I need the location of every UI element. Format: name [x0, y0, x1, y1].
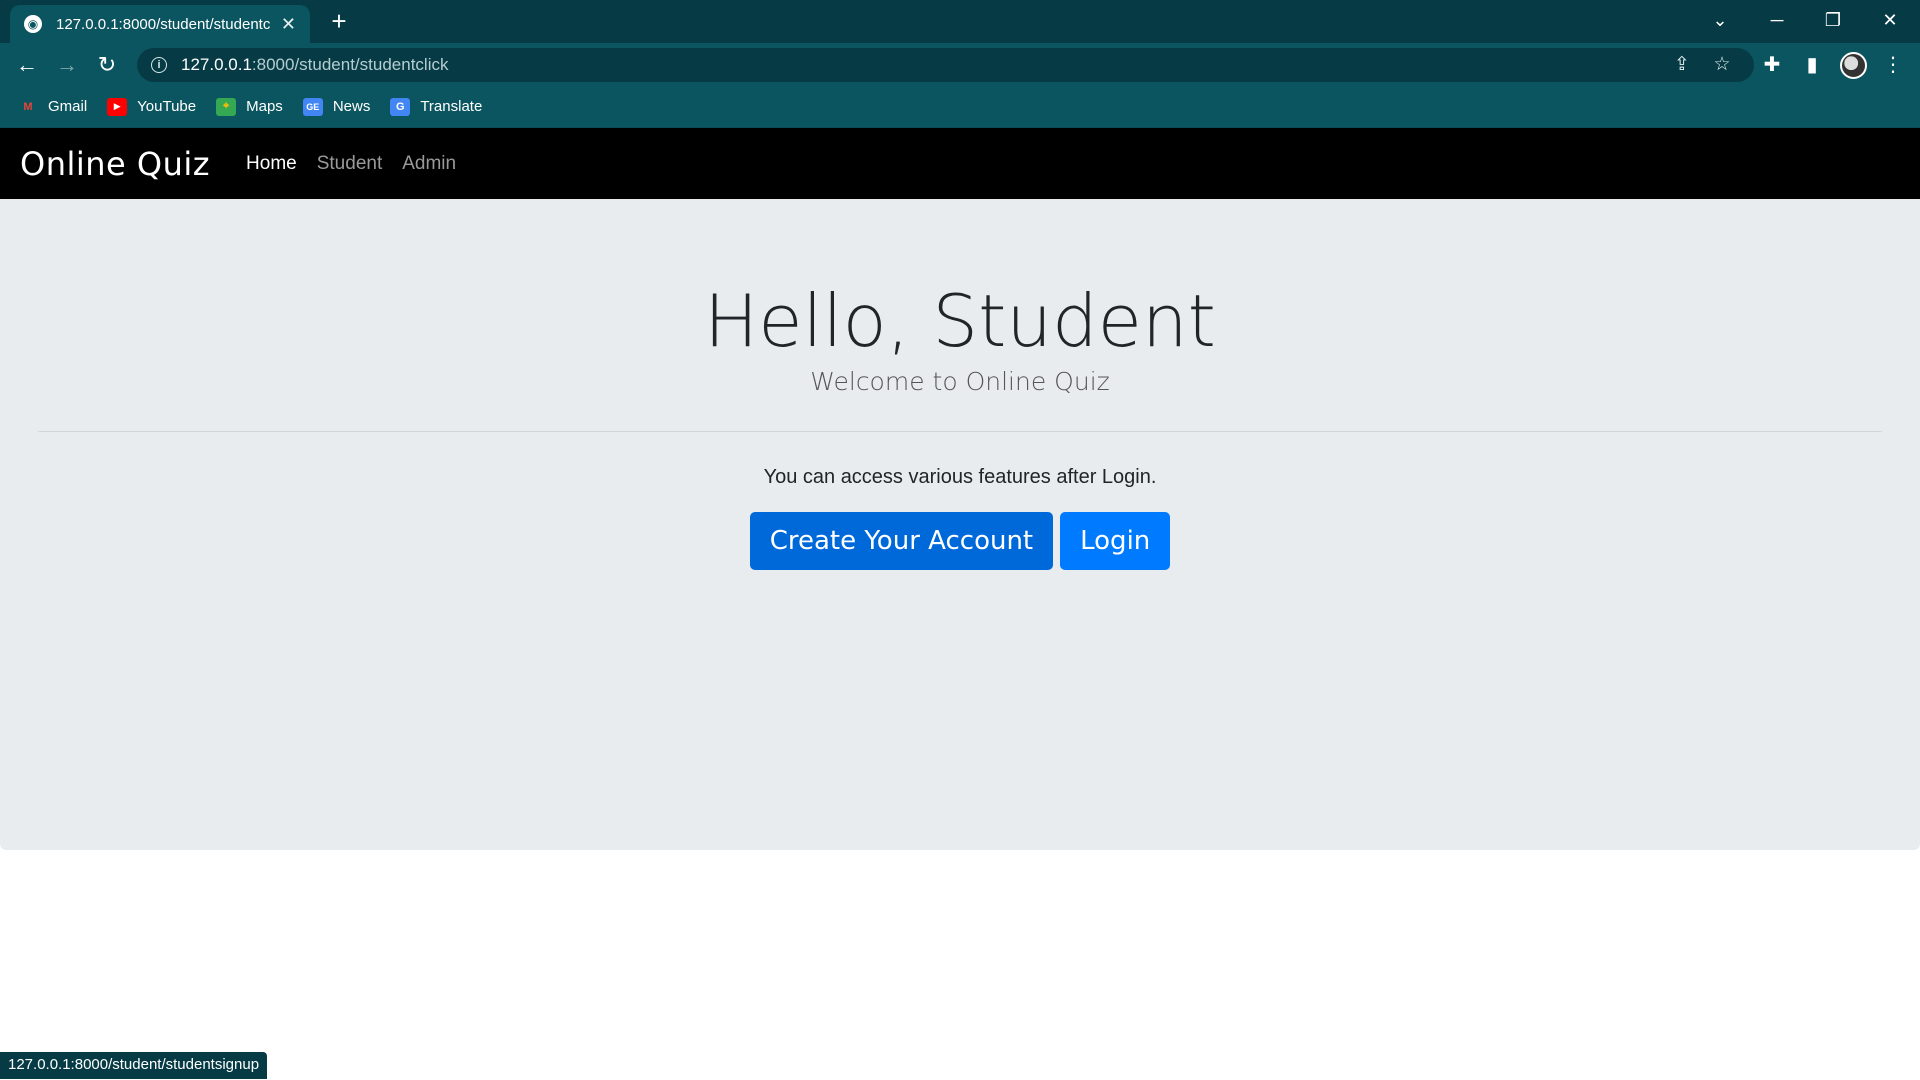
maps-icon: ⌖ — [216, 97, 237, 116]
new-tab-button[interactable]: + — [325, 8, 353, 34]
news-icon: GE — [302, 97, 323, 116]
bookmarks-bar: M Gmail ▶ YouTube ⌖ Maps GE News G Trans… — [0, 86, 1920, 128]
site-info-icon[interactable]: i — [151, 57, 167, 73]
nav-link-home[interactable]: Home — [246, 153, 297, 175]
side-panel-icon[interactable]: ▮ — [1796, 49, 1828, 81]
minimize-button[interactable]: ─ — [1757, 6, 1797, 34]
nav-link-admin[interactable]: Admin — [402, 153, 456, 175]
bookmark-youtube[interactable]: ▶ YouTube — [107, 97, 197, 116]
bookmark-gmail[interactable]: M Gmail — [18, 98, 87, 116]
extensions-icon[interactable]: ✚ — [1756, 49, 1788, 81]
translate-icon: G — [390, 97, 411, 116]
bookmark-news[interactable]: GE News — [302, 97, 371, 116]
bookmark-label: Gmail — [48, 98, 88, 115]
browser-toolbar: ← → ↻ i 127.0.0.1:8000/student/studentcl… — [0, 43, 1920, 86]
menu-kebab-icon[interactable]: ⋮ — [1877, 49, 1909, 81]
address-bar[interactable]: i 127.0.0.1:8000/student/studentclick ⇪ … — [137, 48, 1754, 82]
bookmark-star-icon[interactable]: ☆ — [1707, 48, 1737, 82]
tab-search-icon[interactable]: ⌄ — [1700, 6, 1740, 34]
url-path: :8000/student/studentclick — [251, 55, 449, 74]
close-window-button[interactable]: ✕ — [1870, 6, 1910, 34]
reload-button[interactable]: ↻ — [91, 49, 123, 81]
site-brand[interactable]: Online Quiz — [20, 145, 210, 183]
site-navbar: Online Quiz Home Student Admin — [0, 128, 1920, 199]
page-title: Hello, Student — [704, 279, 1216, 363]
bookmark-maps[interactable]: ⌖ Maps — [216, 97, 283, 116]
close-tab-icon[interactable]: ✕ — [281, 15, 296, 33]
nav-link-student[interactable]: Student — [317, 153, 383, 175]
profile-avatar[interactable] — [1840, 52, 1867, 79]
divider — [38, 431, 1882, 432]
restore-button[interactable]: ❐ — [1813, 6, 1853, 34]
back-button[interactable]: ← — [11, 49, 43, 81]
browser-tab[interactable]: ◉ 127.0.0.1:8000/student/studentclick ✕ — [10, 5, 310, 43]
url-text[interactable]: 127.0.0.1:8000/student/studentclick — [181, 55, 448, 75]
globe-icon: ◉ — [24, 15, 42, 33]
login-button[interactable]: Login — [1060, 512, 1171, 570]
hero-buttons: Create Your Account Login — [0, 512, 1920, 570]
bookmark-label: Maps — [246, 98, 283, 115]
bookmark-translate[interactable]: G Translate — [390, 97, 483, 116]
bookmark-label: Translate — [420, 98, 483, 115]
create-account-button[interactable]: Create Your Account — [749, 512, 1054, 570]
bookmark-label: YouTube — [137, 98, 197, 115]
gmail-icon: M — [23, 100, 33, 113]
hero-text: You can access various features after Lo… — [763, 466, 1157, 488]
hero-lead: Welcome to Online Quiz — [810, 367, 1110, 396]
browser-tab-bar: ◉ 127.0.0.1:8000/student/studentclick ✕ … — [0, 0, 1920, 43]
tab-title: 127.0.0.1:8000/student/studentclick — [56, 15, 271, 33]
jumbotron: Hello, Student Welcome to Online Quiz Yo… — [0, 199, 1920, 850]
share-icon[interactable]: ⇪ — [1667, 48, 1697, 82]
url-host: 127.0.0.1 — [181, 55, 252, 74]
status-bar-url: 127.0.0.1:8000/student/studentsignup — [0, 1052, 268, 1079]
forward-button[interactable]: → — [51, 49, 83, 81]
bookmark-label: News — [332, 98, 371, 115]
youtube-icon: ▶ — [107, 97, 128, 116]
